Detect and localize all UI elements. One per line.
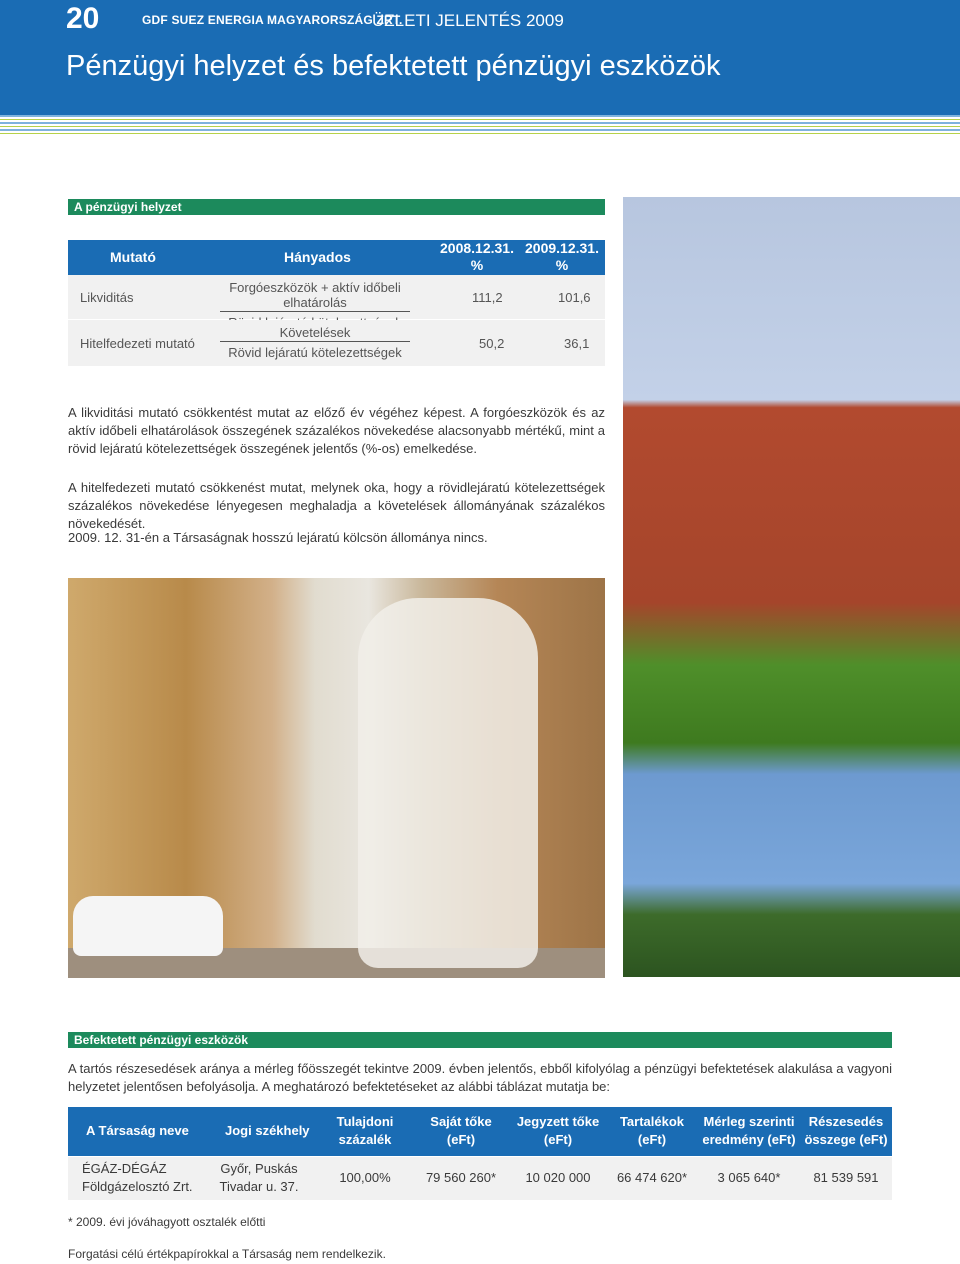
statue <box>358 598 538 968</box>
share-value: 81 539 591 <box>813 1170 879 1185</box>
ratio-table: Mutató Hányados 2008.12.31.% 2009.12.31.… <box>68 240 605 366</box>
table-row: ÉGÁZ-DÉGÁZ Földgázelosztó Zrt. Győr, Pusk… <box>68 1157 892 1200</box>
ratio-table-header: Mutató Hányados 2008.12.31.% 2009.12.31.… <box>68 240 605 275</box>
paragraph: A tartós részesedések aránya a mérleg fő… <box>68 1061 892 1094</box>
table-row: Hitelfedezeti mutató Követelések Rövid l… <box>68 320 605 366</box>
ownership-value: 100,00% <box>339 1170 391 1185</box>
section-title-financial-position: A pénzügyi helyzet <box>68 199 605 215</box>
value-2008: 50,2 <box>479 336 505 351</box>
header-equity: Saját tőke (eFt) <box>430 1114 492 1147</box>
statue-photo <box>68 578 605 978</box>
page-title: Pénzügyi helyzet és befektetett pénzügyi… <box>66 50 721 82</box>
value-2009: 36,1 <box>564 336 590 351</box>
paragraph: A likviditási mutató csökkentést mutat a… <box>68 405 605 456</box>
paragraph: A hitelfedezeti mutató csökkenést mutat,… <box>68 480 605 531</box>
castle-photo <box>623 197 960 977</box>
header-hanyados: Hányados <box>284 249 351 265</box>
value-2009: 101,6 <box>558 290 591 305</box>
row-name: Hitelfedezeti mutató <box>80 336 195 351</box>
header-subscribed-capital: Jegyzett tőke (eFt) <box>516 1114 600 1147</box>
company-name: GDF SUEZ ENERGIA MAGYARORSZÁG ZRT. <box>142 13 403 27</box>
fraction: Követelések Rövid lejáratú kötelezettség… <box>190 325 440 360</box>
section-title-investments: Befektetett pénzügyi eszközök <box>68 1032 892 1048</box>
table-row: Likviditás Forgóeszközök + aktív időbeli… <box>68 275 605 330</box>
investment-table: A Társaság neve Jogi székhely Tulajdoni s… <box>68 1107 892 1200</box>
header-stripes <box>0 115 960 135</box>
report-title: ÜZLETI JELENTÉS 2009 <box>372 11 564 30</box>
header-2009: 2009.12.31.% <box>525 240 599 273</box>
header-result: Mérleg szerinti eredmény (eFt) <box>702 1114 796 1147</box>
car <box>73 896 223 956</box>
equity-value: 79 560 260* <box>425 1170 497 1185</box>
note: Forgatási célú értékpapírokkal a Társasá… <box>68 1247 386 1261</box>
result-value: 3 065 640* <box>717 1170 781 1185</box>
header-reserves: Tartalékok (eFt) <box>619 1114 685 1147</box>
paragraph: 2009. 12. 31-én a Társaságnak hosszú lej… <box>68 530 488 545</box>
header-seat: Jogi székhely <box>225 1123 310 1138</box>
page-header: 20 GDF SUEZ ENERGIA MAGYARORSZÁG ZRT. ÜZ… <box>0 0 960 115</box>
row-name: Likviditás <box>80 290 134 305</box>
reserves-value: 66 474 620* <box>616 1170 688 1185</box>
investment-table-header: A Társaság neve Jogi székhely Tulajdoni s… <box>68 1107 892 1156</box>
header-share: Részesedés összege (eFt) <box>804 1114 888 1147</box>
header-ownership: Tulajdoni százalék <box>336 1114 394 1147</box>
company-seat: Győr, Puskás Tivadar u. 37. <box>219 1161 299 1194</box>
subscribed-capital-value: 10 020 000 <box>525 1170 591 1185</box>
value-2008: 111,2 <box>472 290 503 305</box>
footnote: * 2009. évi jóváhagyott osztalék előtti <box>68 1215 266 1229</box>
header-name: A Társaság neve <box>86 1123 189 1138</box>
header-2008: 2008.12.31.% <box>440 240 514 273</box>
company-name: ÉGÁZ-DÉGÁZ Földgázelosztó Zrt. <box>82 1161 193 1194</box>
header-mutato: Mutató <box>110 249 156 265</box>
page-number: 20 <box>66 2 100 35</box>
